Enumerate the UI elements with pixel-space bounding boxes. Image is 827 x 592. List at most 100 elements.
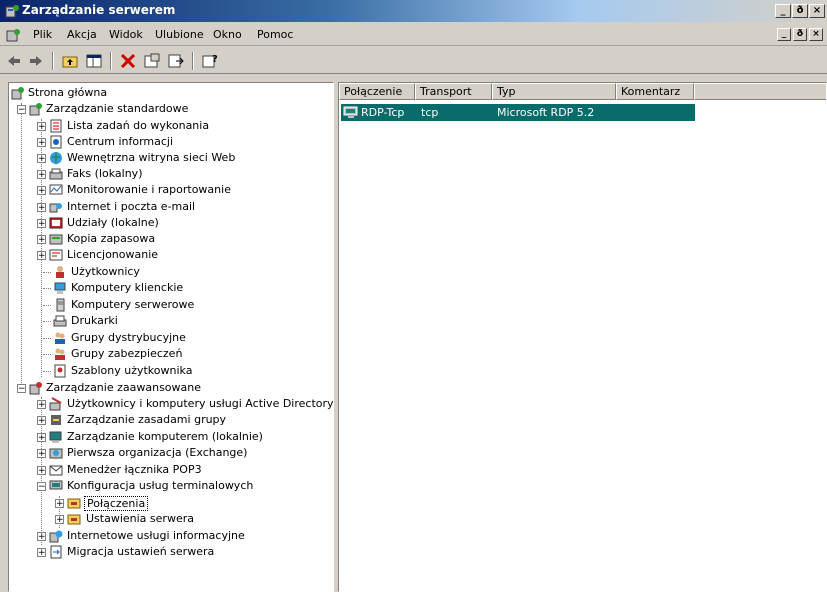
close-button[interactable]: × (809, 4, 825, 18)
migration-icon (50, 545, 62, 559)
tree-pane[interactable]: Strona główna − Zarządzanie standardowe … (8, 82, 334, 592)
security-group-icon (55, 348, 65, 360)
expand-toggle[interactable]: + (37, 416, 46, 426)
expand-toggle[interactable]: + (37, 122, 46, 132)
tree-item-label: Użytkownicy i komputery usługi Active Di… (67, 397, 334, 410)
expand-toggle[interactable]: + (37, 400, 46, 410)
show-hide-tree-icon[interactable] (84, 52, 104, 70)
tree-item-label: Centrum informacji (67, 135, 174, 148)
tree-item-label: Ustawienia serwera (86, 512, 194, 525)
tree-item-label: Wewnętrzna witryna sieci Web (67, 151, 236, 164)
internet-mail-icon (49, 203, 62, 213)
expand-toggle[interactable]: + (37, 154, 46, 164)
computer-management-icon (49, 431, 62, 443)
expand-toggle[interactable]: + (37, 170, 46, 180)
column-header-comment[interactable]: Komentarz (616, 83, 694, 100)
tree-item-label: Połączenia (84, 496, 149, 511)
tree-item-label: Menedżer łącznika POP3 (67, 463, 202, 476)
tree-item-label: Migracja ustawień serwera (67, 545, 215, 558)
tree-item-label: Zarządzanie komputerem (lokalnie) (67, 430, 263, 443)
column-header-type[interactable]: Typ (492, 83, 616, 100)
column-header-transport[interactable]: Transport (415, 83, 492, 100)
help-icon[interactable]: ? (200, 52, 220, 70)
expand-toggle[interactable]: + (55, 515, 64, 525)
delete-icon[interactable] (118, 52, 138, 70)
expand-toggle[interactable]: + (37, 532, 46, 542)
menu-view[interactable]: Widok (109, 28, 143, 44)
tree-connector (43, 371, 51, 372)
web-site-icon (50, 152, 62, 164)
expand-toggle[interactable]: + (37, 186, 46, 196)
mdi-close-button[interactable]: × (809, 28, 823, 41)
standard-management-icon (29, 103, 42, 116)
tree-item-label: Szablony użytkownika (71, 364, 193, 377)
svg-text:?: ? (212, 54, 218, 65)
tree-item-label: Lista zadań do wykonania (67, 119, 210, 132)
group-icon (55, 332, 65, 344)
expand-toggle[interactable]: + (37, 548, 46, 558)
printer-icon (53, 315, 67, 327)
collapse-toggle[interactable]: − (17, 384, 26, 394)
tree-item-label: Licencjonowanie (67, 248, 159, 261)
up-folder-icon[interactable] (60, 52, 80, 70)
active-directory-icon (49, 397, 62, 411)
expand-toggle[interactable]: + (37, 433, 46, 443)
tree-item-label: Grupy zabezpieczeń (71, 347, 183, 360)
mdi-minimize-button[interactable]: _ (777, 28, 791, 41)
menu-action[interactable]: Akcja (67, 28, 97, 44)
tree-item-label: Grupy dystrybucyjne (71, 331, 186, 344)
expand-toggle[interactable]: + (37, 466, 46, 476)
menu-favorites[interactable]: Ulubione (155, 28, 204, 44)
tree-item-label: Faks (lokalny) (67, 167, 143, 180)
restore-button[interactable]: ð (792, 4, 808, 18)
cell-connection: RDP-Tcp (361, 106, 405, 119)
list-pane[interactable]: Połączenie Transport Typ Komentarz RDP-T… (338, 82, 827, 592)
tree-item-label: Pierwsza organizacja (Exchange) (67, 446, 248, 459)
mdi-restore-button[interactable]: ð (793, 28, 807, 41)
home-icon (11, 87, 24, 100)
column-header-connection[interactable]: Połączenie (339, 83, 415, 100)
minimize-button[interactable]: _ (775, 4, 791, 18)
tree-item-connections[interactable]: + Połączenia (49, 495, 159, 511)
collapse-toggle[interactable]: − (17, 105, 26, 115)
tree-item-label: Użytkownicy (71, 265, 140, 278)
info-center-icon (50, 135, 62, 149)
tree-item-label: Internetowe usługi informacyjne (67, 529, 245, 542)
menu-file[interactable]: Plik (33, 28, 52, 44)
shares-icon (49, 217, 63, 229)
tree-item-label: Komputery klienckie (71, 281, 184, 294)
back-icon[interactable] (4, 52, 24, 70)
licensing-icon (49, 249, 63, 261)
connections-folder-icon (67, 498, 81, 509)
tree-connector (43, 338, 51, 339)
column-header-filler (694, 83, 826, 100)
tree-item-label: Zarządzanie zaawansowane (46, 381, 202, 394)
forward-icon[interactable] (26, 52, 46, 70)
toolbar-separator (52, 52, 54, 70)
expand-toggle[interactable]: + (37, 251, 46, 261)
expand-toggle[interactable]: + (37, 138, 46, 148)
tree-connector (21, 103, 22, 391)
expand-toggle[interactable]: + (55, 499, 64, 509)
backup-icon (49, 234, 63, 245)
tree-connector (43, 288, 51, 289)
properties-icon[interactable] (142, 52, 162, 70)
cell-type: Microsoft RDP 5.2 (497, 106, 595, 119)
tree-connector (43, 354, 51, 355)
expand-toggle[interactable]: + (37, 449, 46, 459)
menu-help[interactable]: Pomoc (257, 28, 293, 44)
tree-item-label: Komputery serwerowe (71, 298, 195, 311)
terminal-services-icon (49, 480, 63, 490)
tree-item-label: Drukarki (71, 314, 118, 327)
export-list-icon[interactable] (166, 52, 186, 70)
toolbar-separator (110, 52, 112, 70)
server-settings-folder-icon (67, 514, 81, 525)
tree-item-label: Udziały (lokalne) (67, 216, 159, 229)
expand-toggle[interactable]: + (37, 219, 46, 229)
monitoring-icon (49, 184, 63, 195)
expand-toggle[interactable]: + (37, 235, 46, 245)
collapse-toggle[interactable]: − (37, 482, 46, 492)
menu-window[interactable]: Okno (213, 28, 242, 44)
expand-toggle[interactable]: + (37, 203, 46, 213)
rdp-connection-icon (343, 106, 358, 118)
